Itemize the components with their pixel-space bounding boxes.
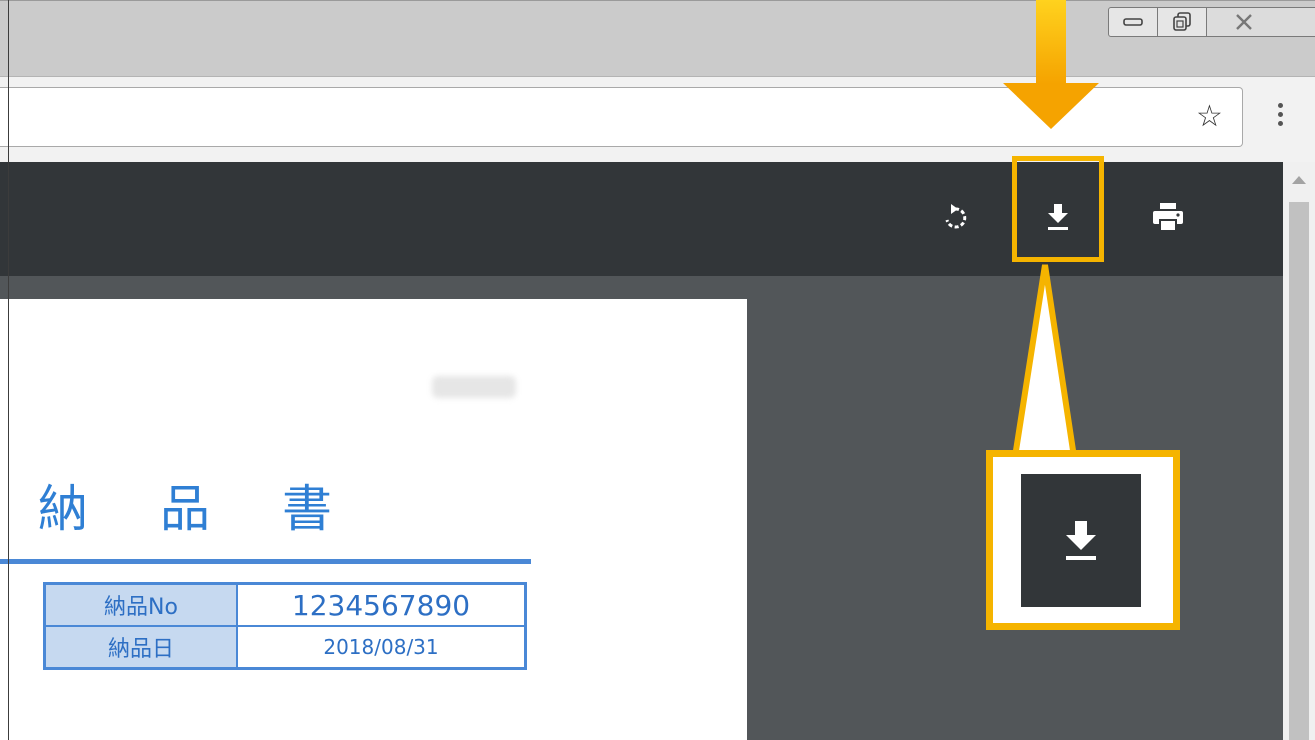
annotation-arrow-shaft: [1036, 0, 1066, 84]
download-icon: [1066, 520, 1096, 560]
annotation-arrow-head: [1003, 83, 1099, 129]
download-highlight-box: [1012, 156, 1104, 262]
download-callout: [986, 450, 1180, 630]
window-left-border: [8, 0, 9, 740]
callout-download-tile: [1021, 474, 1141, 607]
